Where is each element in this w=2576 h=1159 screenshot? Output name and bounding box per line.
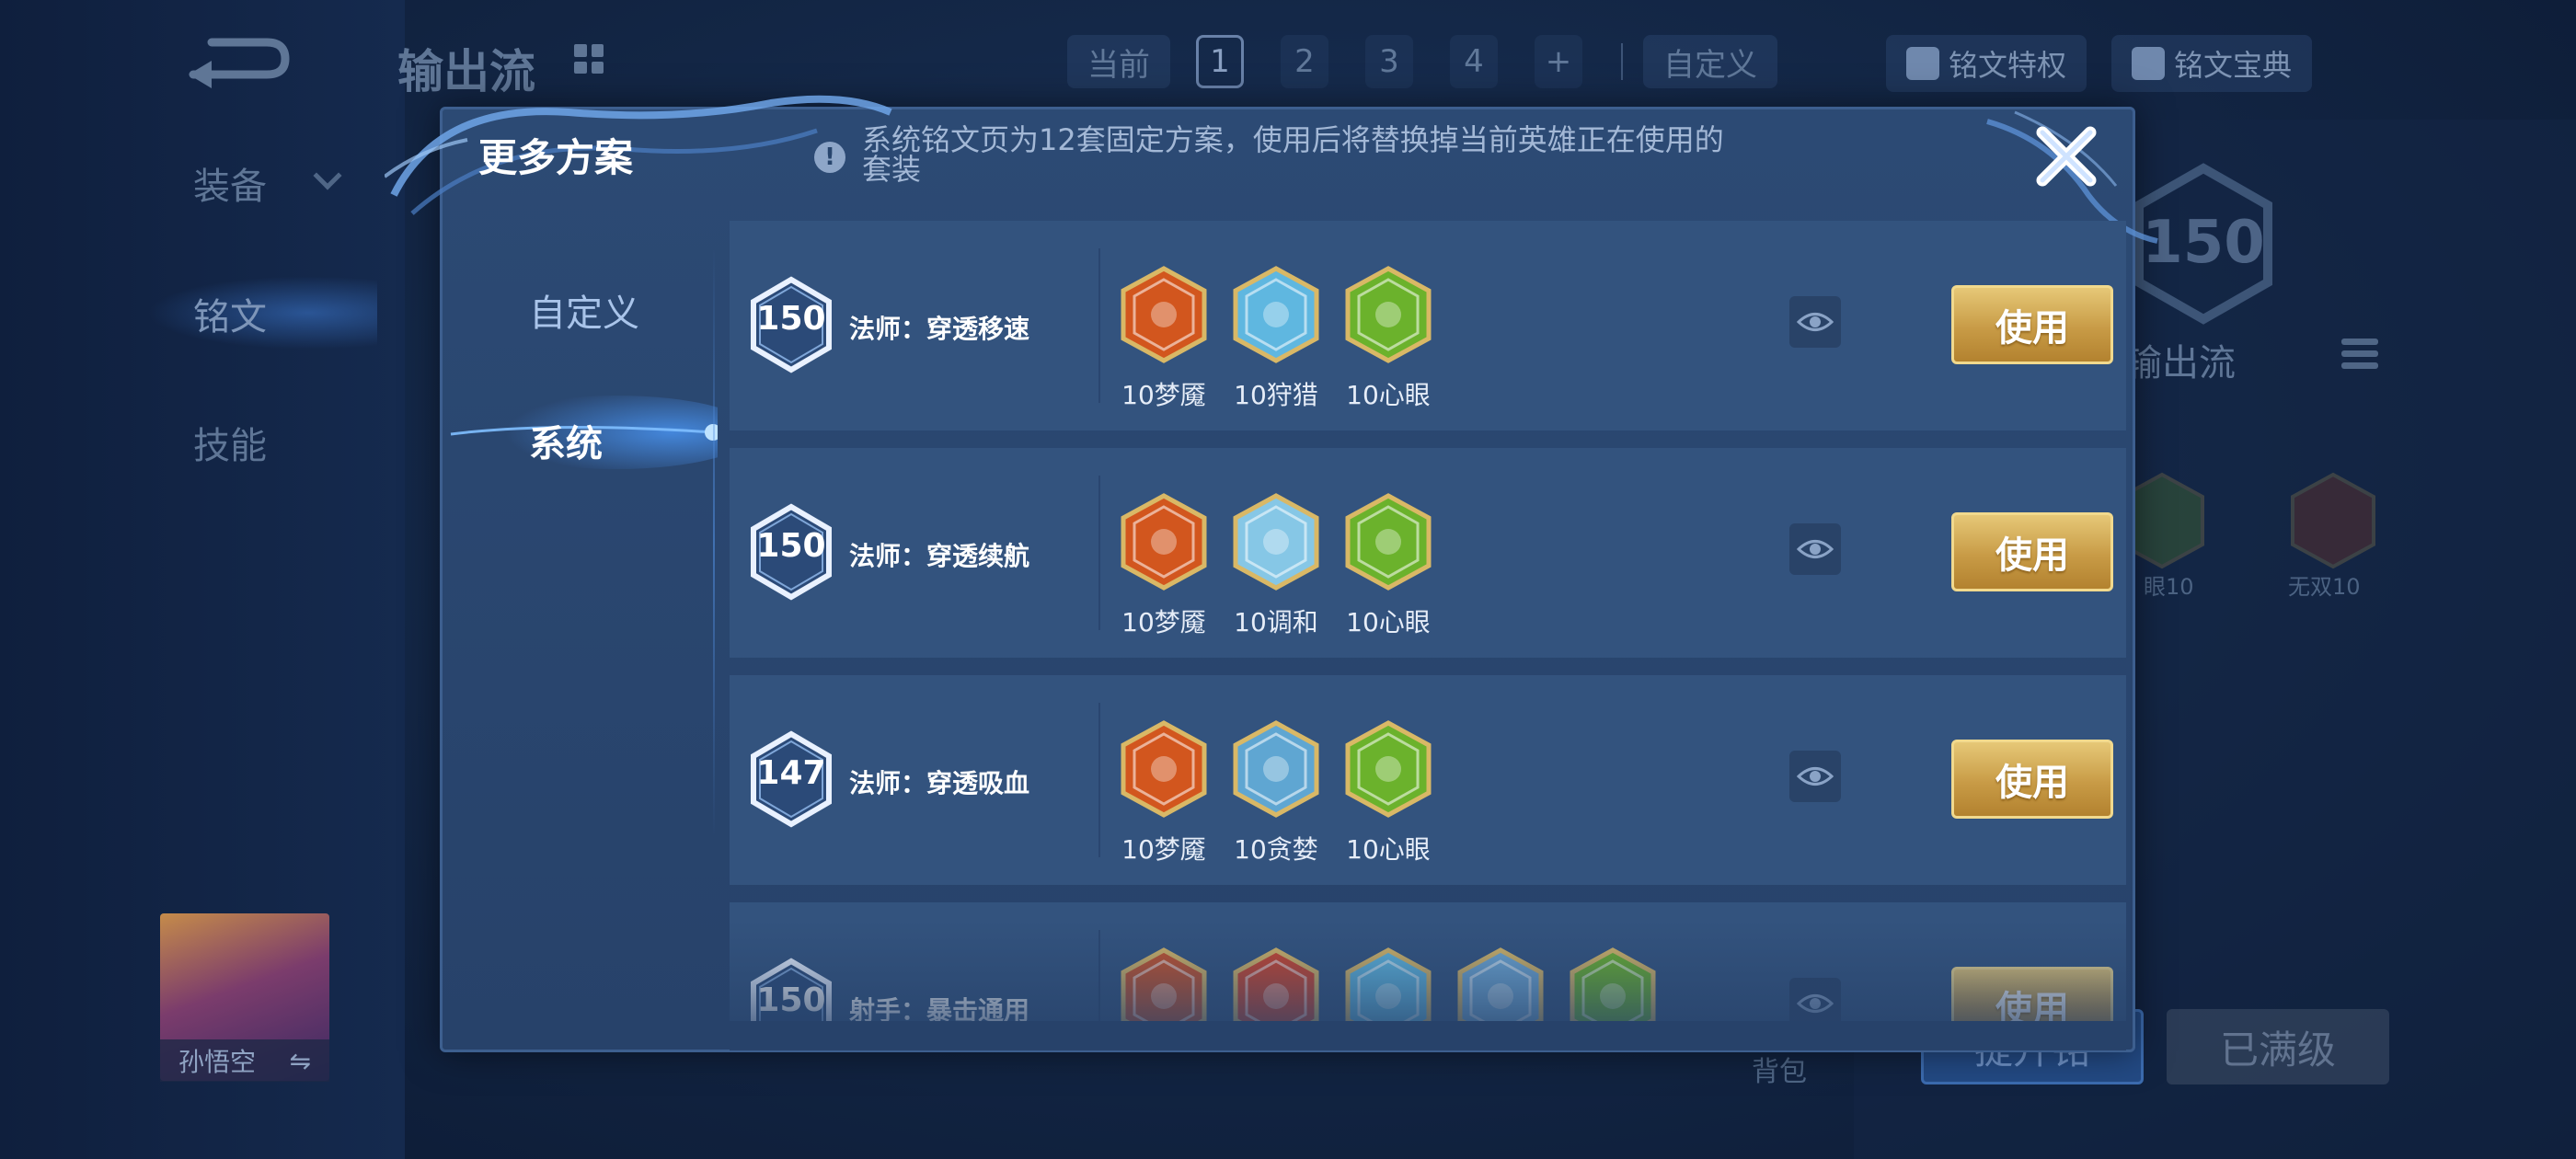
faded-red-gem-icon bbox=[2291, 472, 2375, 569]
plan-level: 150 bbox=[756, 527, 826, 565]
red-flame-gem-icon[interactable] bbox=[1120, 492, 1208, 591]
green-gem-icon[interactable] bbox=[1569, 947, 1657, 1021]
plan-list[interactable]: 150 法师：穿透移速 10梦魇 10狩猎 10心眼 使用 150 法师：穿透续航 10梦魇 10… bbox=[730, 221, 2126, 1021]
level-hexagon-icon: 150 bbox=[2134, 163, 2272, 325]
right-panel-title: 输出流 bbox=[2125, 342, 2236, 384]
eye-icon bbox=[1797, 994, 1834, 1013]
maxed-button: 已满级 bbox=[2167, 1009, 2389, 1084]
gem-label: 10心眼 bbox=[1346, 380, 1431, 410]
tab-page-3[interactable]: 3 bbox=[1365, 35, 1413, 88]
right-level-text: 150 bbox=[2142, 209, 2265, 277]
nav-inscription[interactable]: 铭文 bbox=[193, 287, 267, 340]
plan-level: 150 bbox=[756, 981, 826, 1019]
red-gem-icon[interactable] bbox=[1120, 947, 1208, 1021]
close-icon bbox=[2036, 126, 2097, 187]
red-gem-icon[interactable] bbox=[1232, 947, 1320, 1021]
codex-icon bbox=[2132, 47, 2165, 80]
notice-line: 系统铭文页为12套固定方案，使用后将替换掉当前英雄正在使用的 bbox=[862, 122, 1724, 157]
use-button[interactable]: 使用 bbox=[1951, 740, 2113, 819]
preview-button[interactable] bbox=[1789, 751, 1841, 802]
gem-label: 10梦魇 bbox=[1121, 380, 1206, 410]
grid-icon[interactable] bbox=[574, 44, 604, 74]
plan-row[interactable]: 150 法师：穿透移速 10梦魇 10狩猎 10心眼 使用 bbox=[730, 221, 2126, 430]
add-page-button[interactable]: + bbox=[1535, 35, 1582, 88]
eye-icon bbox=[1797, 540, 1834, 558]
eye-icon bbox=[1797, 313, 1834, 331]
info-icon: ! bbox=[814, 142, 845, 173]
green-gem-icon[interactable] bbox=[1344, 492, 1432, 591]
tab-page-1[interactable]: 1 bbox=[1196, 35, 1244, 88]
page-tabs: 当前 1 2 3 4 + 自定义 bbox=[1067, 35, 1785, 88]
gem-label: 10贪婪 bbox=[1234, 834, 1318, 865]
gem-label: 10梦魇 bbox=[1121, 834, 1206, 865]
plan-row[interactable]: 147 法师：穿透吸血 10梦魇 10贪婪 10心眼 使用 bbox=[730, 675, 2126, 885]
plan-name: 法师：穿透移速 bbox=[849, 314, 1030, 344]
tab-page-4[interactable]: 4 bbox=[1450, 35, 1498, 88]
close-button[interactable] bbox=[2031, 121, 2101, 191]
row-divider bbox=[1098, 930, 1100, 1021]
eye-icon bbox=[1797, 767, 1834, 786]
page-title: 输出流 bbox=[397, 45, 535, 98]
tab-custom[interactable]: 自定义 bbox=[1643, 35, 1777, 88]
tab-separator bbox=[1621, 43, 1623, 80]
nav-divider bbox=[713, 248, 715, 837]
gem-label: 10心眼 bbox=[1346, 834, 1431, 865]
back-arrow-icon[interactable] bbox=[184, 33, 294, 88]
row-divider bbox=[1098, 248, 1100, 403]
red-flame-gem-icon[interactable] bbox=[1120, 719, 1208, 819]
tab-current[interactable]: 当前 bbox=[1067, 35, 1170, 88]
layers-icon[interactable] bbox=[2341, 339, 2378, 374]
bag-label[interactable]: 背包 bbox=[1752, 1049, 1807, 1089]
plan-row[interactable]: 150 射手：暴击通用 使用 bbox=[730, 902, 2126, 1021]
plan-name: 法师：穿透续航 bbox=[849, 541, 1030, 571]
notice-line: 套装 bbox=[862, 152, 922, 187]
row-divider bbox=[1098, 703, 1100, 857]
blue-lightning-gem-icon[interactable] bbox=[1344, 947, 1432, 1021]
hero-name-bar[interactable]: 孙悟空 ⇋ bbox=[160, 1039, 329, 1082]
blue-lightning-gem-icon[interactable] bbox=[1232, 265, 1320, 364]
tab-system-plans[interactable]: 系统 bbox=[529, 414, 603, 467]
use-button[interactable]: 使用 bbox=[1951, 967, 2113, 1021]
plan-row[interactable]: 150 法师：穿透续航 10梦魇 10调和 10心眼 使用 bbox=[730, 448, 2126, 658]
nav-equipment[interactable]: 装备 bbox=[193, 156, 267, 210]
red-flame-gem-icon[interactable] bbox=[1120, 265, 1208, 364]
tab-page-2[interactable]: 2 bbox=[1281, 35, 1328, 88]
notice-text: 系统铭文页为12套固定方案，使用后将替换掉当前英雄正在使用的 套装 bbox=[862, 125, 1724, 184]
row-divider bbox=[1098, 476, 1100, 630]
use-button[interactable]: 使用 bbox=[1951, 285, 2113, 364]
inscription-privilege-button[interactable]: 铭文特权 bbox=[1886, 35, 2087, 92]
faded-gem-label: 无双10 bbox=[2288, 574, 2361, 600]
blue-star-gem-icon[interactable] bbox=[1232, 719, 1320, 819]
swap-icon: ⇋ bbox=[289, 1045, 311, 1076]
blue-gem-icon[interactable] bbox=[1456, 947, 1545, 1021]
inscription-guide-button[interactable]: 铭文宝典 bbox=[2111, 35, 2313, 92]
blue-drop-gem-icon[interactable] bbox=[1232, 492, 1320, 591]
notice: ! 系统铭文页为12套固定方案，使用后将替换掉当前英雄正在使用的 套装 bbox=[814, 125, 1808, 184]
plan-name: 射手：暴击通用 bbox=[849, 995, 1030, 1021]
gem-label: 10心眼 bbox=[1346, 607, 1431, 637]
inscription-privilege-label: 铭文特权 bbox=[1949, 48, 2067, 83]
plan-level: 147 bbox=[756, 754, 826, 792]
dialog-title: 更多方案 bbox=[478, 135, 634, 180]
faded-gem-label: 眼10 bbox=[2144, 574, 2194, 600]
nav-skills[interactable]: 技能 bbox=[193, 416, 267, 469]
gem-label: 10狩猎 bbox=[1234, 380, 1318, 410]
plan-name: 法师：穿透吸血 bbox=[849, 768, 1030, 798]
inscription-guide-label: 铭文宝典 bbox=[2174, 48, 2293, 83]
plan-level: 150 bbox=[756, 300, 826, 338]
preview-button[interactable] bbox=[1789, 978, 1841, 1021]
preview-button[interactable] bbox=[1789, 523, 1841, 575]
tab-custom-plans[interactable]: 自定义 bbox=[529, 283, 639, 337]
preview-button[interactable] bbox=[1789, 296, 1841, 348]
green-gem-icon[interactable] bbox=[1344, 719, 1432, 819]
gem-label: 10梦魇 bbox=[1121, 607, 1206, 637]
hero-name: 孙悟空 bbox=[178, 1047, 257, 1077]
book-icon bbox=[1906, 47, 1939, 80]
gem-label: 10调和 bbox=[1234, 607, 1318, 637]
use-button[interactable]: 使用 bbox=[1951, 512, 2113, 591]
green-gem-icon[interactable] bbox=[1344, 265, 1432, 364]
